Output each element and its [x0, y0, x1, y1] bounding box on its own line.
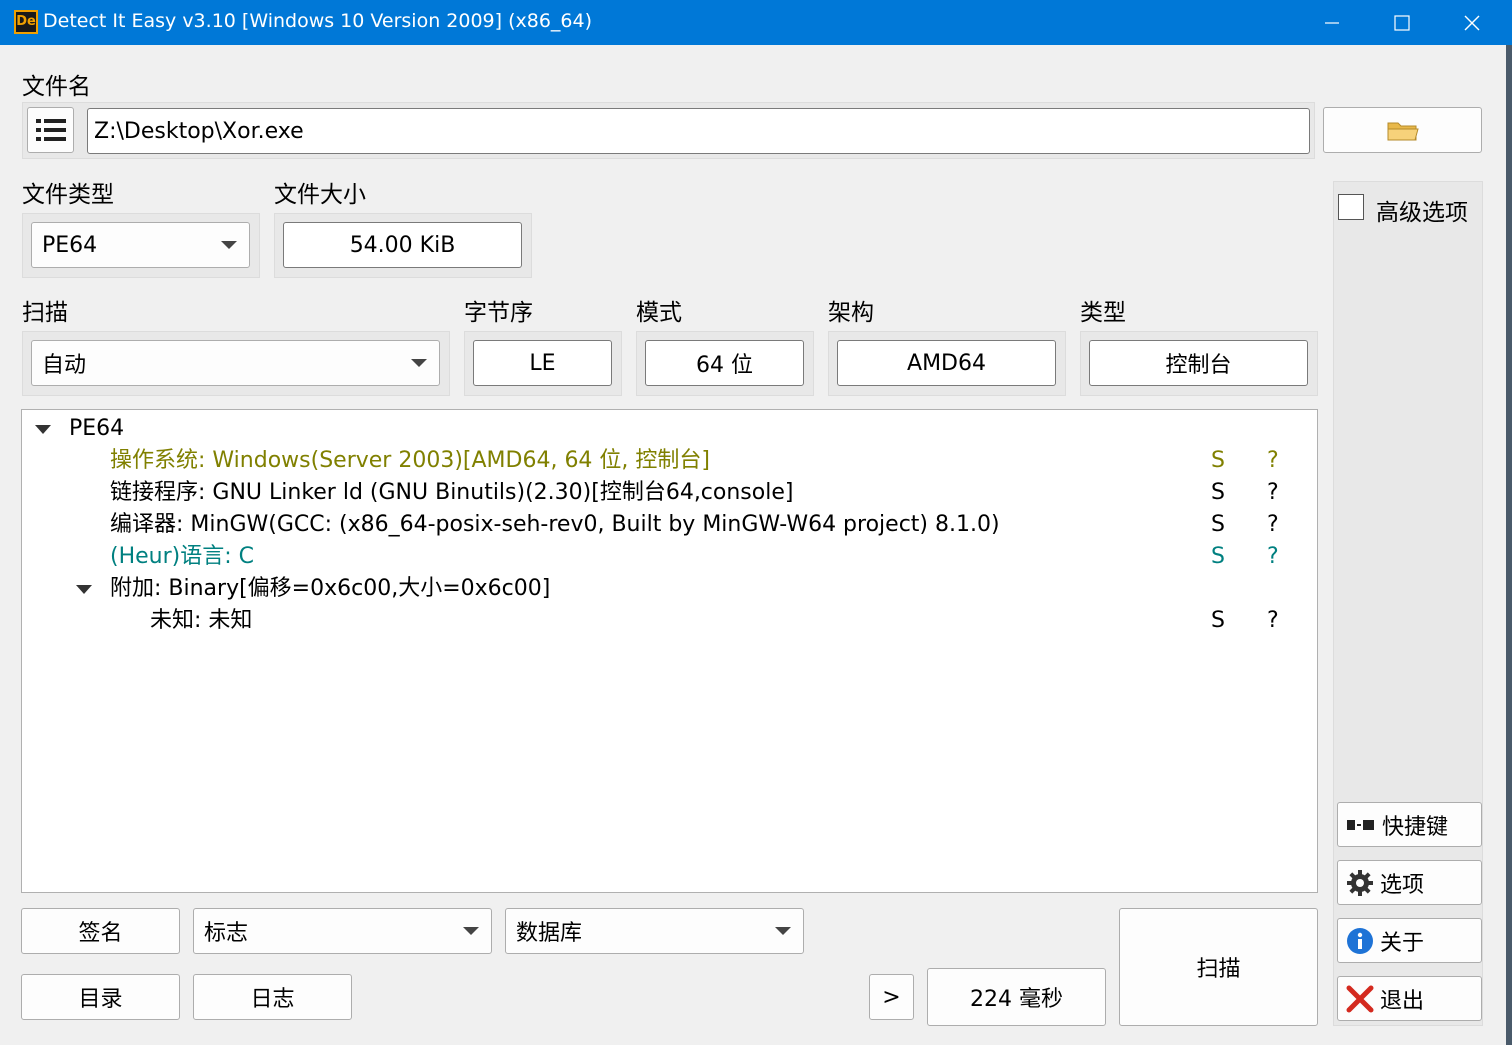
- maximize-button[interactable]: [1367, 0, 1437, 45]
- type-label: 类型: [1080, 300, 1126, 326]
- tree-row-compiler[interactable]: 编译器: MinGW(GCC: (x86_64-posix-seh-rev0, …: [110, 509, 1310, 541]
- exit-button[interactable]: 退出: [1337, 976, 1482, 1021]
- minimize-button[interactable]: [1297, 0, 1367, 45]
- database-value: 数据库: [516, 921, 583, 946]
- open-file-button[interactable]: [1323, 107, 1482, 153]
- file-type-select[interactable]: PE64: [31, 222, 250, 268]
- arch-field: AMD64: [837, 340, 1056, 386]
- file-name-label: 文件名: [22, 74, 91, 100]
- tree-row-os[interactable]: 操作系统: Windows(Server 2003)[AMD64, 64 位, …: [110, 445, 1310, 477]
- tree-root-label: PE64: [69, 416, 125, 441]
- tree-row-text: 编译器: MinGW(GCC: (x86_64-posix-seh-rev0, …: [110, 512, 1000, 537]
- close-icon: [1464, 15, 1480, 30]
- signature-flag[interactable]: S: [1211, 541, 1225, 573]
- signature-flag[interactable]: S: [1211, 605, 1225, 637]
- results-tree[interactable]: PE64 操作系统: Windows(Server 2003)[AMD64, 6…: [21, 409, 1318, 893]
- scan-label: 扫描: [22, 300, 68, 326]
- info-flag[interactable]: ?: [1267, 605, 1279, 637]
- signature-button[interactable]: 签名: [21, 908, 180, 954]
- minimize-icon: [1325, 21, 1339, 24]
- tree-row-unknown[interactable]: 未知: 未知 S ?: [150, 605, 1310, 637]
- flags-value: 标志: [204, 921, 249, 946]
- advanced-checkbox[interactable]: [1338, 194, 1364, 220]
- exit-icon: [1346, 985, 1374, 1012]
- gear-icon: [1347, 869, 1373, 896]
- signature-flag[interactable]: S: [1211, 445, 1225, 477]
- chevron-down-icon: [221, 241, 237, 249]
- tree-row-text: 链接程序: GNU Linker ld (GNU Binutils)(2.30)…: [110, 480, 794, 505]
- shortcut-icon: [1347, 819, 1374, 830]
- window-title: Detect It Easy v3.10 [Windows 10 Version…: [43, 10, 593, 32]
- tree-row-text: 附加: Binary[偏移=0x6c00,大小=0x6c00]: [110, 576, 551, 601]
- about-button[interactable]: 关于: [1337, 918, 1482, 963]
- signature-flag[interactable]: S: [1211, 477, 1225, 509]
- tree-row-language[interactable]: (Heur)语言: C S ?: [110, 541, 1310, 573]
- more-button[interactable]: >: [869, 974, 914, 1020]
- directory-button[interactable]: 目录: [21, 974, 180, 1020]
- file-type-value: PE64: [42, 232, 98, 258]
- info-flag[interactable]: ?: [1267, 541, 1279, 573]
- scan-mode-select[interactable]: 自动: [31, 340, 440, 386]
- collapse-icon[interactable]: [76, 585, 92, 594]
- signature-flag[interactable]: S: [1211, 509, 1225, 541]
- mode-field: 64 位: [645, 340, 804, 386]
- app-icon: De: [14, 10, 38, 34]
- file-size-label: 文件大小: [274, 182, 366, 208]
- options-button[interactable]: 选项: [1337, 860, 1482, 905]
- tree-row-text: 未知: 未知: [150, 608, 253, 633]
- window-edge: [1506, 45, 1512, 1045]
- maximize-icon: [1394, 14, 1410, 31]
- arch-label: 架构: [828, 300, 874, 326]
- database-select[interactable]: 数据库: [505, 908, 804, 954]
- shortcuts-button[interactable]: 快捷键: [1337, 802, 1482, 847]
- flags-select[interactable]: 标志: [193, 908, 492, 954]
- tree-row-text: (Heur)语言: C: [110, 544, 254, 569]
- list-icon: [35, 119, 66, 141]
- menu-button[interactable]: [27, 107, 74, 153]
- mode-label: 模式: [636, 300, 682, 326]
- info-flag[interactable]: ?: [1267, 477, 1279, 509]
- endianness-field: LE: [473, 340, 612, 386]
- advanced-label: 高级选项: [1376, 200, 1468, 226]
- scan-mode-value: 自动: [42, 353, 87, 378]
- endianness-label: 字节序: [464, 300, 533, 326]
- info-flag[interactable]: ?: [1267, 445, 1279, 477]
- scan-button[interactable]: 扫描: [1119, 908, 1318, 1026]
- file-type-label: 文件类型: [22, 182, 114, 208]
- info-flag[interactable]: ?: [1267, 509, 1279, 541]
- folder-icon: [1387, 122, 1419, 141]
- tree-root-row[interactable]: PE64: [22, 413, 1317, 445]
- title-bar: De Detect It Easy v3.10 [Windows 10 Vers…: [0, 0, 1512, 45]
- shortcuts-label: 快捷键: [1382, 814, 1449, 840]
- about-label: 关于: [1380, 930, 1425, 956]
- tree-row-text: 操作系统: Windows(Server 2003)[AMD64, 64 位, …: [110, 448, 710, 473]
- chevron-down-icon: [463, 927, 479, 935]
- type-field: 控制台: [1089, 340, 1308, 386]
- options-label: 选项: [1380, 872, 1425, 898]
- collapse-icon[interactable]: [35, 425, 51, 434]
- tree-row-overlay[interactable]: 附加: Binary[偏移=0x6c00,大小=0x6c00]: [22, 573, 1317, 605]
- chevron-down-icon: [775, 927, 791, 935]
- chevron-down-icon: [411, 359, 427, 367]
- file-size-field: 54.00 KiB: [283, 222, 522, 268]
- tree-row-linker[interactable]: 链接程序: GNU Linker ld (GNU Binutils)(2.30)…: [110, 477, 1310, 509]
- exit-label: 退出: [1380, 988, 1425, 1014]
- file-path-input[interactable]: Z:\Desktop\Xor.exe: [87, 108, 1310, 154]
- elapsed-time-button[interactable]: 224 毫秒: [927, 968, 1106, 1026]
- log-button[interactable]: 日志: [193, 974, 352, 1020]
- close-button[interactable]: [1437, 0, 1507, 45]
- info-icon: [1347, 927, 1373, 954]
